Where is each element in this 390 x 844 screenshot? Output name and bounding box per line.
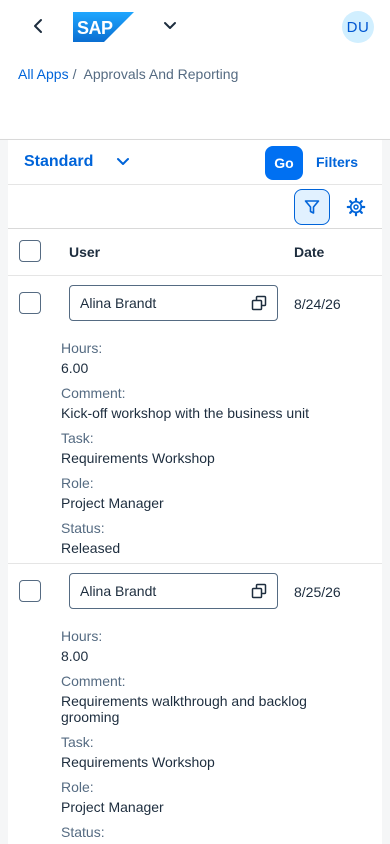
column-header-user[interactable]: User — [69, 244, 100, 260]
task-label: Task: — [61, 430, 94, 446]
role-label: Role: — [61, 475, 94, 491]
role-value: Project Manager — [61, 799, 164, 815]
breadcrumb-link-all-apps[interactable]: All Apps — [18, 66, 69, 82]
user-name: Alina Brandt — [80, 295, 157, 311]
row-date: 8/24/26 — [294, 296, 341, 312]
sap-logo[interactable]: SAP — [73, 12, 134, 47]
hours-value: 8.00 — [61, 648, 89, 664]
status-label: Status: — [61, 824, 105, 840]
breadcrumb-current: Approvals And Reporting — [83, 66, 239, 82]
breadcrumb: All Apps / Approvals And Reporting — [18, 66, 238, 82]
row-date: 8/25/26 — [294, 584, 341, 600]
breadcrumb-separator: / — [72, 66, 77, 82]
row-select-checkbox[interactable] — [19, 580, 41, 602]
status-label: Status: — [61, 520, 105, 536]
svg-text:SAP: SAP — [77, 18, 113, 38]
filter-settings-button[interactable] — [294, 189, 330, 225]
chevron-down-icon — [117, 158, 129, 165]
column-header-top-border — [8, 228, 382, 229]
column-header-bottom-border — [8, 275, 382, 276]
funnel-icon — [304, 200, 320, 214]
user-field[interactable]: Alina Brandt — [69, 285, 278, 321]
task-label: Task: — [61, 734, 94, 750]
toolbar-divider — [8, 184, 382, 185]
variant-management[interactable]: Standard — [24, 152, 93, 172]
avatar[interactable]: DU — [342, 11, 374, 43]
task-value: Requirements Workshop — [61, 754, 215, 770]
task-value: Requirements Workshop — [61, 450, 215, 466]
user-name: Alina Brandt — [80, 583, 157, 599]
go-button[interactable]: Go — [265, 146, 303, 180]
variant-title: Standard — [24, 153, 94, 170]
comment-label: Comment: — [61, 385, 126, 401]
column-header-date[interactable]: Date — [294, 244, 324, 260]
comment-label: Comment: — [61, 673, 126, 689]
app-menu-button[interactable] — [160, 16, 180, 36]
role-label: Role: — [61, 779, 94, 795]
hours-label: Hours: — [61, 340, 103, 356]
row-select-checkbox[interactable] — [19, 292, 41, 314]
status-value: Released — [61, 540, 121, 556]
comment-value: Kick-off workshop with the business unit — [61, 405, 309, 421]
table-settings-button[interactable] — [344, 195, 368, 219]
chevron-left-icon — [34, 19, 42, 33]
hours-value: 6.00 — [61, 360, 89, 376]
select-all-checkbox[interactable] — [19, 240, 41, 262]
variant-dropdown-button[interactable] — [113, 152, 133, 172]
hours-label: Hours: — [61, 628, 103, 644]
role-value: Project Manager — [61, 495, 164, 511]
user-field[interactable]: Alina Brandt — [69, 573, 278, 609]
comment-value: Requirements walkthrough and backlog gro… — [61, 693, 307, 725]
shell-bar: SAP DU — [0, 0, 390, 52]
row-separator — [8, 563, 382, 564]
copy-icon[interactable] — [251, 295, 267, 311]
back-button[interactable] — [28, 16, 48, 36]
gear-icon — [346, 197, 366, 217]
filters-button[interactable]: Filters — [316, 154, 358, 170]
chevron-down-icon — [164, 22, 176, 29]
copy-icon[interactable] — [251, 583, 267, 599]
